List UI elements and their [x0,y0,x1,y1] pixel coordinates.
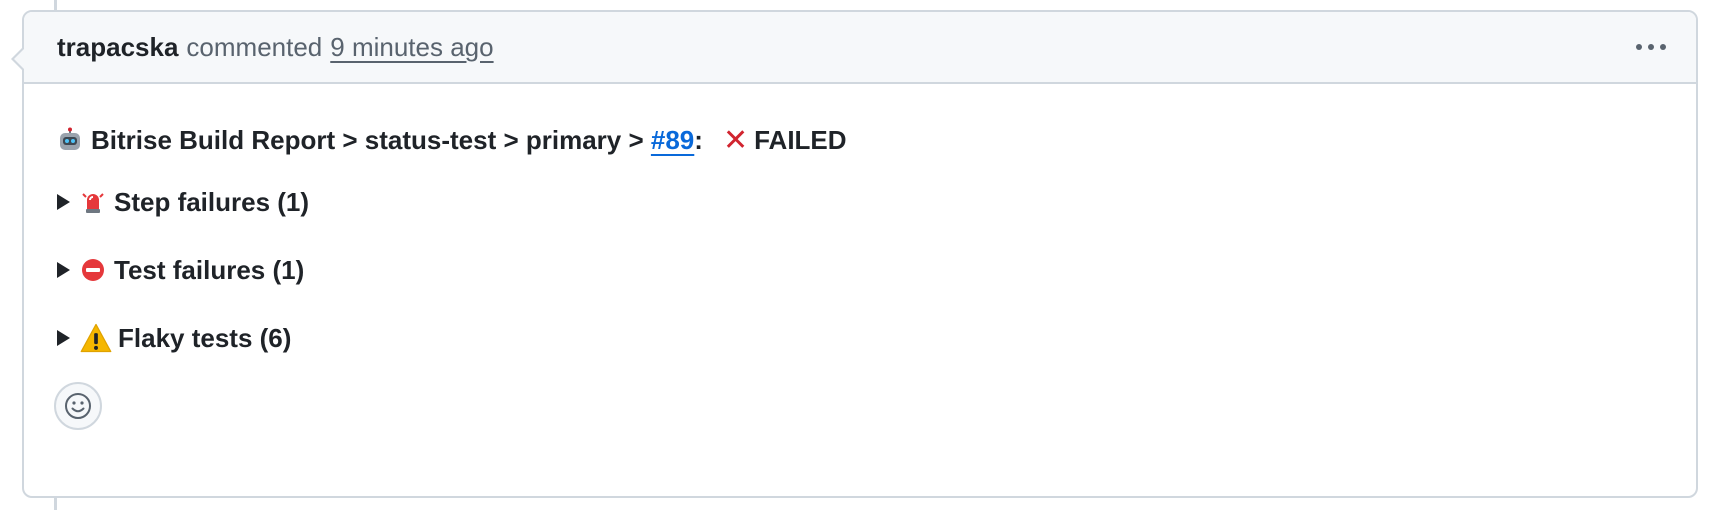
comment-body: Bitrise Build Report > status-test > pri… [24,84,1696,358]
section-label: Test failures (1) [114,254,305,285]
comment-card: trapacska commented 9 minutes ago Bitris… [11,10,1698,498]
section-label: Flaky tests (6) [118,322,292,353]
comment-author[interactable]: trapacska [57,32,178,63]
warning-icon [80,323,112,353]
details-test-failures[interactable]: Test failures (1) [57,250,1696,290]
expand-triangle-icon [57,194,70,210]
report-prefix: Bitrise Build Report > status-test > pri… [91,124,651,155]
no-entry-icon [82,259,104,281]
report-status: FAILED [754,124,847,155]
details-flaky-tests[interactable]: Flaky tests (6) [57,318,1696,358]
expand-triangle-icon [57,330,70,346]
details-step-failures[interactable]: Step failures (1) [57,182,1696,222]
smiley-icon [65,393,91,419]
more-options-button[interactable] [1636,44,1666,50]
expand-triangle-icon [57,262,70,278]
rotating-light-icon [82,193,104,213]
kebab-dot [1648,44,1654,50]
section-label: Step failures (1) [114,186,310,217]
comment-timestamp[interactable]: 9 minutes ago [330,32,493,63]
comment-header: trapacska commented 9 minutes ago [24,12,1696,84]
add-reaction-button[interactable] [54,382,102,430]
report-colon: : [694,124,703,155]
comment-caret-inner [14,48,25,70]
kebab-dot [1636,44,1642,50]
comment-action: commented [186,31,323,62]
build-link[interactable]: #89 [651,125,694,156]
kebab-dot [1660,44,1666,50]
report-title: Bitrise Build Report > status-test > pri… [57,120,1696,160]
cross-mark-icon: ✕ [722,123,749,157]
robot-icon [60,127,80,150]
